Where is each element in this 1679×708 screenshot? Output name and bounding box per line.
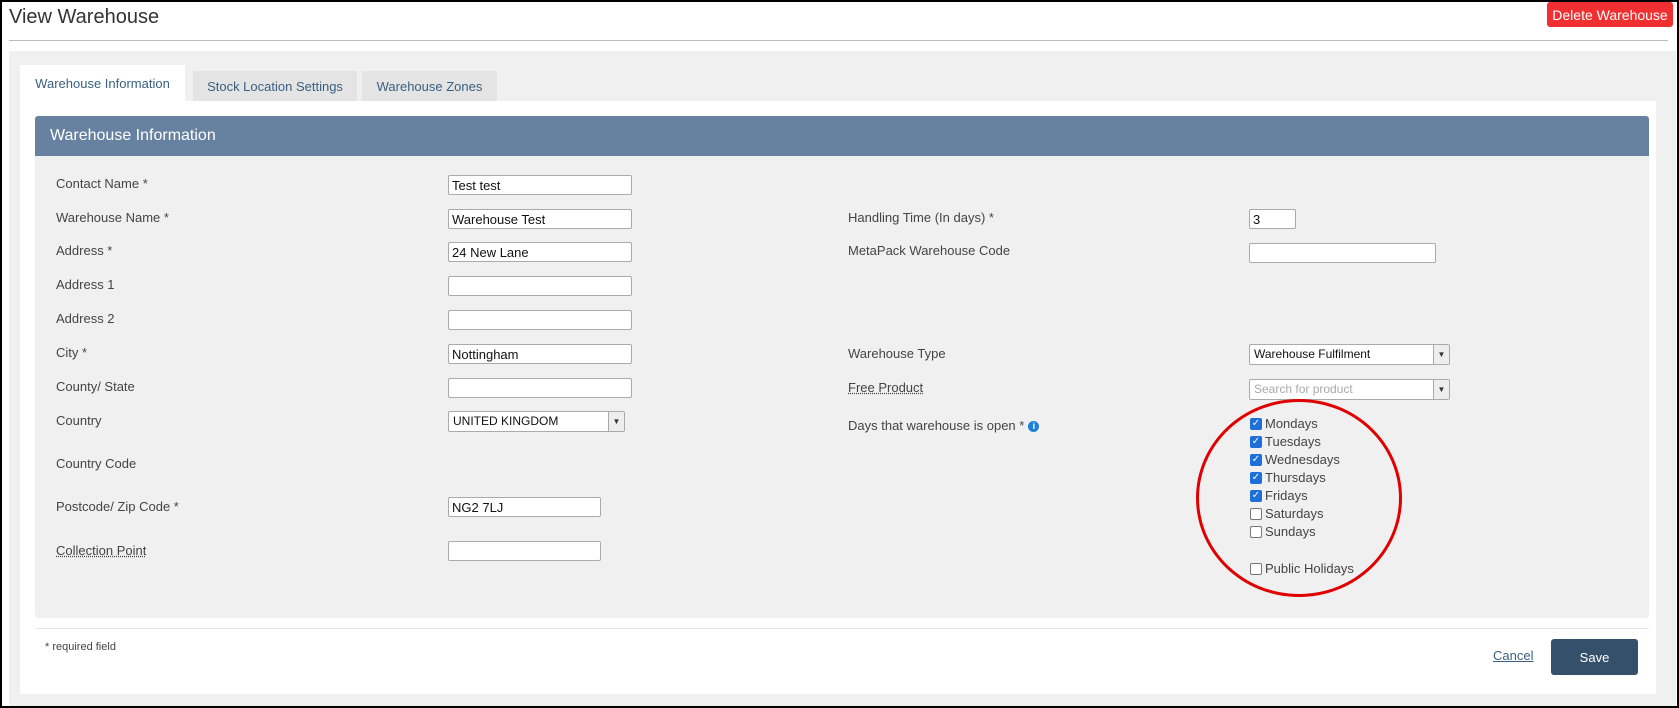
day-saturdays[interactable]: Saturdays: [1250, 506, 1324, 521]
day-sundays[interactable]: Sundays: [1250, 524, 1316, 539]
country-select[interactable]: UNITED KINGDOM ▼: [448, 411, 625, 432]
warehouse-info-section: [35, 116, 1649, 618]
contact-name-input[interactable]: Test test: [448, 175, 632, 195]
warehouse-name-input[interactable]: Warehouse Test: [448, 209, 632, 229]
footer-divider: [35, 628, 1649, 629]
checkbox-unchecked-icon[interactable]: [1250, 525, 1262, 538]
title-divider: [9, 40, 1668, 41]
collection-point-label[interactable]: Collection Point: [56, 543, 146, 558]
required-field-note: * required field: [45, 641, 116, 653]
city-label: City *: [56, 345, 88, 360]
tab-warehouse-zones[interactable]: Warehouse Zones: [362, 71, 497, 102]
warehouse-type-value: Warehouse Fulfilment: [1254, 347, 1371, 361]
address1-label: Address 1: [56, 277, 115, 292]
country-select-value: UNITED KINGDOM: [453, 414, 559, 428]
free-product-search[interactable]: Search for product ▼: [1249, 379, 1450, 400]
address2-label: Address 2: [56, 311, 115, 326]
country-code-label: Country Code: [56, 456, 137, 471]
address-label: Address *: [56, 243, 113, 258]
days-open-label-text: Days that warehouse is open *: [848, 418, 1025, 433]
day-label: Wednesdays: [1265, 452, 1340, 467]
tab-warehouse-information[interactable]: Warehouse Information: [20, 65, 185, 102]
day-label: Mondays: [1265, 416, 1318, 431]
day-tuesdays[interactable]: ✓ Tuesdays: [1250, 434, 1321, 449]
collection-point-input[interactable]: [448, 541, 601, 561]
checkbox-checked-icon[interactable]: ✓: [1250, 453, 1262, 466]
checkbox-checked-icon[interactable]: ✓: [1250, 417, 1262, 430]
postcode-label: Postcode/ Zip Code *: [56, 499, 179, 514]
address-input[interactable]: 24 New Lane: [448, 242, 632, 262]
free-product-label[interactable]: Free Product: [848, 380, 923, 395]
checkbox-checked-icon[interactable]: ✓: [1250, 471, 1262, 484]
contact-name-label: Contact Name *: [56, 176, 148, 191]
warehouse-type-select[interactable]: Warehouse Fulfilment ▼: [1249, 344, 1450, 365]
day-wednesdays[interactable]: ✓ Wednesdays: [1250, 452, 1340, 467]
delete-warehouse-button[interactable]: Delete Warehouse: [1547, 2, 1673, 27]
postcode-input[interactable]: NG2 7LJ: [448, 497, 601, 517]
day-label: Saturdays: [1265, 506, 1324, 521]
day-mondays[interactable]: ✓ Mondays: [1250, 416, 1318, 431]
day-label: Fridays: [1265, 488, 1308, 503]
warehouse-type-label: Warehouse Type: [848, 346, 946, 361]
checkbox-unchecked-icon[interactable]: [1250, 562, 1262, 575]
handling-time-label: Handling Time (In days) *: [848, 210, 994, 225]
warehouse-name-label: Warehouse Name *: [56, 210, 169, 225]
handling-time-input[interactable]: 3: [1249, 209, 1296, 229]
city-input[interactable]: Nottingham: [448, 344, 632, 364]
checkbox-checked-icon[interactable]: ✓: [1250, 489, 1262, 502]
day-thursdays[interactable]: ✓ Thursdays: [1250, 470, 1326, 485]
day-label: Thursdays: [1265, 470, 1326, 485]
public-holidays-label: Public Holidays: [1265, 561, 1354, 576]
checkbox-checked-icon[interactable]: ✓: [1250, 435, 1262, 448]
checkbox-unchecked-icon[interactable]: [1250, 507, 1262, 520]
page-title: View Warehouse: [9, 6, 160, 28]
tab-stock-location-settings[interactable]: Stock Location Settings: [193, 71, 357, 102]
chevron-down-icon[interactable]: ▼: [1433, 380, 1449, 399]
day-fridays[interactable]: ✓ Fridays: [1250, 488, 1308, 503]
day-label: Tuesdays: [1265, 434, 1321, 449]
cancel-link[interactable]: Cancel: [1493, 648, 1533, 663]
info-icon[interactable]: i: [1028, 420, 1040, 432]
public-holidays-option[interactable]: Public Holidays: [1250, 561, 1354, 576]
section-header: Warehouse Information: [35, 116, 1649, 156]
metapack-code-label: MetaPack Warehouse Code: [848, 243, 1011, 258]
county-label: County/ State: [56, 379, 135, 394]
country-label: Country: [56, 413, 102, 428]
address1-input[interactable]: [448, 276, 632, 296]
metapack-code-input[interactable]: [1249, 243, 1436, 263]
address2-input[interactable]: [448, 310, 632, 330]
day-label: Sundays: [1265, 524, 1316, 539]
free-product-placeholder: Search for product: [1254, 382, 1353, 396]
chevron-down-icon[interactable]: ▼: [608, 412, 624, 431]
county-input[interactable]: [448, 378, 632, 398]
days-open-label: Days that warehouse is open * i: [848, 418, 1040, 433]
save-button[interactable]: Save: [1551, 639, 1638, 675]
chevron-down-icon[interactable]: ▼: [1433, 345, 1449, 364]
